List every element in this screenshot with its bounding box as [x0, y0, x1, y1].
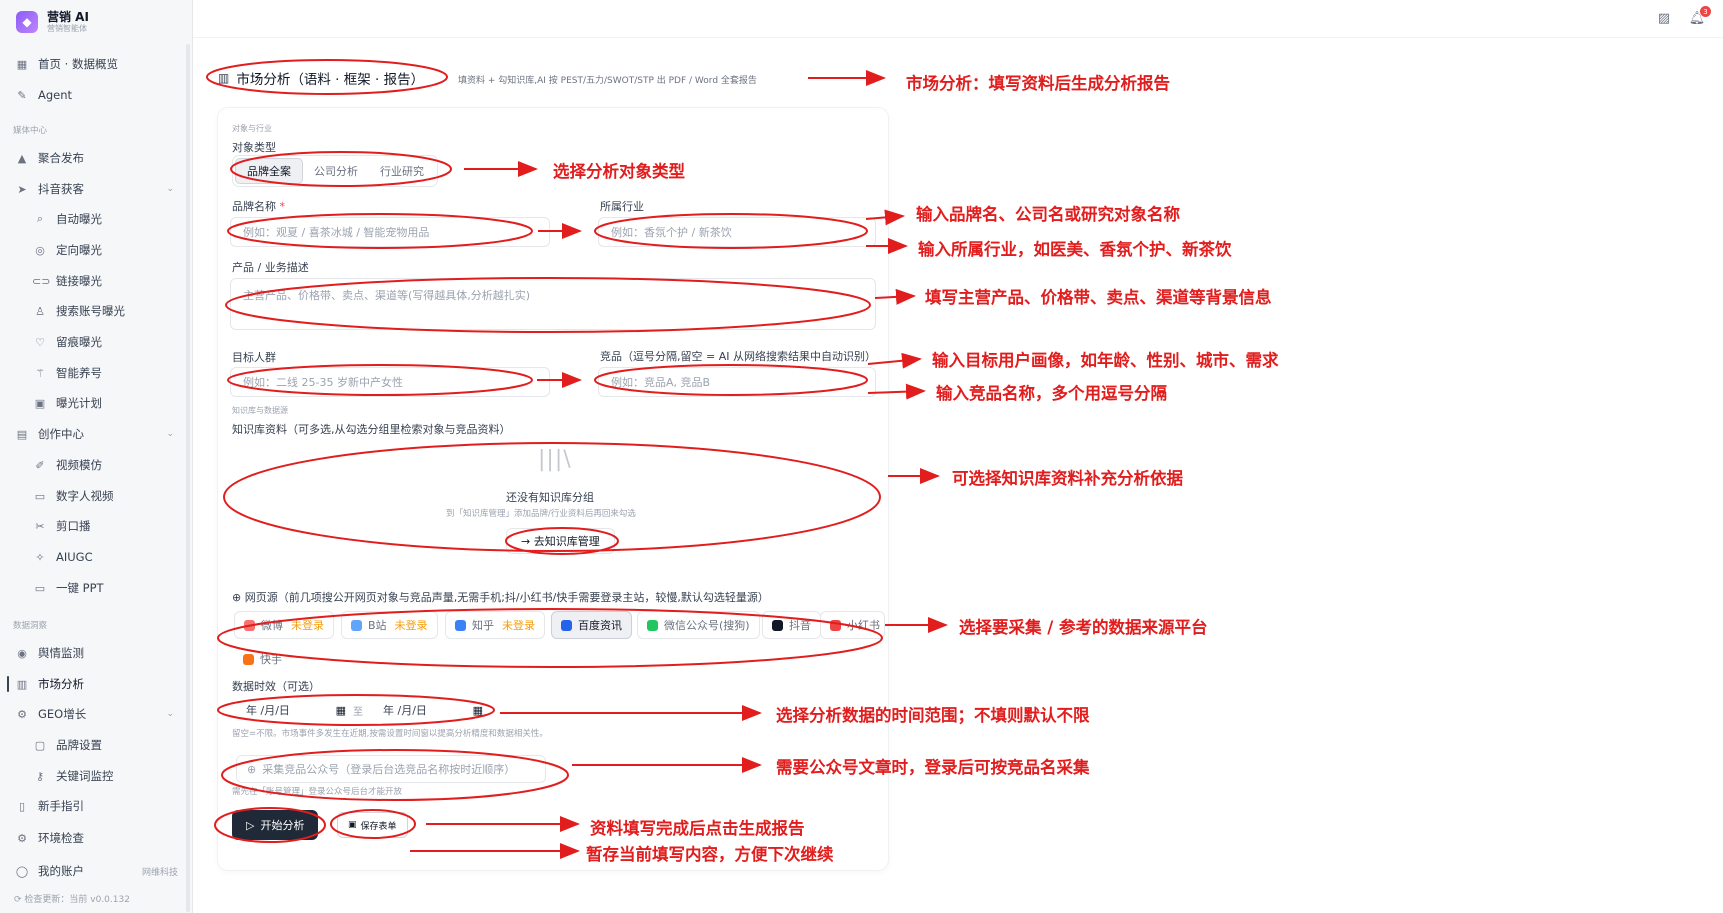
- annotation-kb: 可选择知识库资料补充分析依据: [952, 469, 1183, 488]
- highlight-kb-area: [223, 442, 881, 552]
- annotation-industry: 输入所属行业，如医美、香氛个护、新茶饮: [918, 240, 1232, 259]
- highlight-brand-input: [227, 213, 533, 249]
- highlight-start-button: [214, 807, 326, 843]
- annotation-date: 选择分析数据的时间范围；不填则默认不限: [776, 706, 1090, 725]
- annotation-title: 市场分析：填写资料后生成分析报告: [906, 74, 1170, 93]
- highlight-save-button: [330, 809, 416, 839]
- annotation-start: 资料填写完成后点击生成报告: [590, 819, 805, 838]
- highlight-industry-input: [594, 213, 868, 249]
- highlight-date-range: [217, 694, 495, 726]
- arrow-product: [874, 288, 916, 305]
- highlight-competitor-input: [594, 364, 868, 396]
- annotation-save: 暂存当前填写内容，方便下次继续: [586, 845, 834, 864]
- highlight-sources: [217, 608, 883, 668]
- annotation-sources: 选择要采集 / 参考的数据来源平台: [959, 618, 1208, 637]
- highlight-object-type: [230, 151, 452, 187]
- annotation-wechat: 需要公众号文章时，登录后可按竞品名采集: [776, 758, 1090, 777]
- annotation-object-type: 选择分析对象类型: [553, 162, 685, 181]
- arrow-brand: [865, 209, 905, 226]
- highlight-wechat-input: [221, 749, 569, 801]
- arrow-audience: [867, 352, 922, 369]
- annotation-product: 填写主营产品、价格带、卖点、渠道等背景信息: [925, 288, 1272, 307]
- annotation-brand: 输入品牌名、公司名或研究对象名称: [916, 205, 1180, 224]
- annotation-audience: 输入目标用户画像，如年龄、性别、城市、需求: [932, 351, 1279, 370]
- highlight-audience-input: [227, 364, 533, 396]
- highlight-product-textarea: [225, 277, 871, 333]
- annotation-competitor: 输入竞品名称，多个用逗号分隔: [936, 384, 1167, 403]
- arrow-competitor: [867, 383, 926, 400]
- highlight-page-title: [206, 59, 448, 95]
